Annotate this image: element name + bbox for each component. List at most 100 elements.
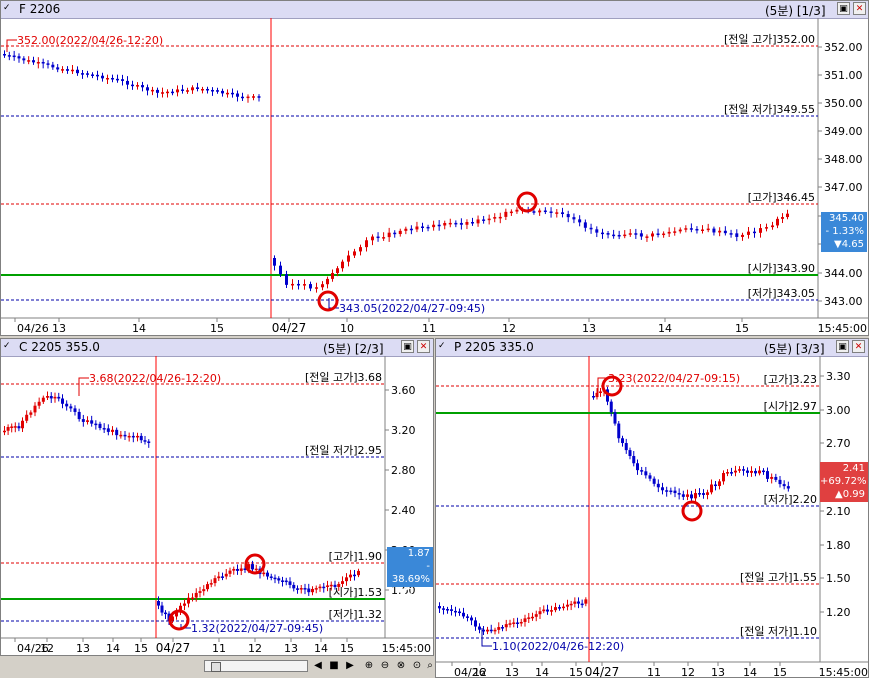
candle-body (527, 617, 531, 619)
candle-body (702, 493, 705, 495)
chart-titlebar: ✓ C 2205 355.0 (5분) [2/3] ▣ ✕ (1, 339, 433, 357)
candle-body (532, 211, 536, 213)
candle-body (770, 476, 774, 479)
x-tick-label: 11 (212, 642, 226, 655)
candle-body (71, 69, 74, 72)
chart-title: F 2206 (19, 2, 61, 16)
scroll-right-icon[interactable]: ▶ (344, 659, 356, 673)
candle-body (86, 73, 89, 75)
candle-body (314, 588, 318, 590)
candle-body (198, 591, 202, 593)
chart-checkbox[interactable]: ✓ (3, 341, 14, 352)
candle-body (322, 586, 326, 589)
y-tick-label: 1.80 (826, 539, 851, 552)
candle-body (628, 233, 632, 235)
zoom-fit-icon[interactable]: ⊙ (410, 659, 424, 673)
candle-body (32, 60, 35, 63)
chart-c-plot[interactable]: 3.603.202.802.402.001.6004/261213141504/… (1, 356, 433, 656)
candle-body (102, 428, 106, 430)
candle-body (508, 623, 512, 625)
candle-body (651, 233, 654, 237)
candle-body (81, 419, 85, 422)
prev-low-label: [전일 저가]1.10 (740, 624, 817, 638)
chart-checkbox[interactable]: ✓ (438, 341, 449, 352)
candle-body (482, 219, 486, 221)
candle-body (549, 211, 553, 213)
x-tick-label: 04/27 (585, 665, 620, 678)
x-tick-label: 15 (340, 642, 354, 655)
candle-body (771, 225, 774, 228)
x-tick-label: 04/27 (272, 321, 307, 335)
candle-body (730, 472, 733, 474)
candle-body (29, 412, 33, 415)
candle-body (299, 588, 303, 590)
candle-body (123, 434, 127, 437)
candle-body (17, 56, 21, 59)
candle-body (656, 483, 660, 488)
zoom-reset-icon[interactable]: ⊗ (394, 659, 408, 673)
y-tick-label: 1.20 (826, 606, 851, 619)
candle-body (126, 80, 129, 85)
candle-body (131, 435, 135, 438)
candle-body (493, 629, 497, 632)
candle-body (723, 230, 727, 234)
close-icon[interactable]: ✕ (852, 340, 865, 353)
candle-body (566, 604, 569, 607)
candle-body (695, 228, 699, 231)
candle-body (21, 420, 24, 429)
candle-body (157, 601, 160, 606)
x-tick-label: 04/26 (17, 322, 49, 335)
zoom-out-icon[interactable]: ⊖ (378, 659, 392, 673)
chart-p-plot[interactable]: 3.303.002.702.402.101.801.501.2004/26121… (436, 356, 868, 678)
candle-body (515, 209, 519, 212)
candle-body (640, 470, 644, 472)
chart-checkbox[interactable]: ✓ (3, 3, 14, 14)
candle-body (341, 261, 344, 269)
candle-body (176, 89, 179, 93)
candle-body (782, 484, 786, 487)
candle-body (209, 583, 213, 585)
zoom-in-icon[interactable]: ⊕ (362, 659, 376, 673)
scroll-track[interactable] (204, 660, 308, 672)
candle-body (77, 411, 81, 420)
chart-f-plot[interactable]: 352.00351.00350.00349.00348.00347.00346.… (1, 18, 868, 336)
candle-body (191, 597, 194, 600)
maximize-icon[interactable]: ▣ (401, 340, 414, 353)
candle-body (583, 222, 587, 228)
candle-body (331, 273, 334, 279)
current-price: 345.40 (829, 213, 864, 224)
candle-body (141, 85, 144, 88)
y-tick-label: 2.70 (826, 437, 851, 450)
close-icon[interactable]: ✕ (853, 2, 866, 15)
stop-icon[interactable]: ■ (328, 659, 340, 673)
x-tick-label: 13 (284, 642, 298, 655)
scroll-left-icon[interactable]: ◀ (312, 659, 324, 673)
candle-body (321, 284, 324, 288)
candle-body (231, 92, 234, 95)
note-leader (78, 377, 89, 396)
candle-body (146, 87, 149, 91)
y-tick-label: 3.20 (391, 424, 416, 437)
candle-body (578, 219, 582, 223)
maximize-icon[interactable]: ▣ (837, 2, 850, 15)
candle-body (333, 584, 337, 587)
chart-panel-c2205: ✓ C 2205 355.0 (5분) [2/3] ▣ ✕ 3.60 3.20 2.… (0, 338, 434, 656)
close-icon[interactable]: ✕ (417, 340, 430, 353)
candle-body (665, 490, 669, 492)
candle-body (106, 428, 110, 432)
x-tick-label: 15 (735, 322, 749, 335)
candle-body (221, 90, 224, 94)
candle-body (432, 224, 436, 228)
search-icon[interactable]: ⌕ (424, 659, 436, 673)
candle-body (678, 229, 682, 232)
candle-body (206, 88, 209, 91)
scroll-thumb[interactable] (211, 662, 221, 672)
candle-body (337, 583, 341, 587)
x-tick-label: 15:45:00 (818, 322, 867, 335)
candle-body (17, 426, 21, 429)
candle-body (648, 475, 652, 479)
candle-body (96, 74, 99, 77)
maximize-icon[interactable]: ▣ (836, 340, 849, 353)
candle-body (462, 612, 465, 617)
candle-body (281, 580, 284, 582)
